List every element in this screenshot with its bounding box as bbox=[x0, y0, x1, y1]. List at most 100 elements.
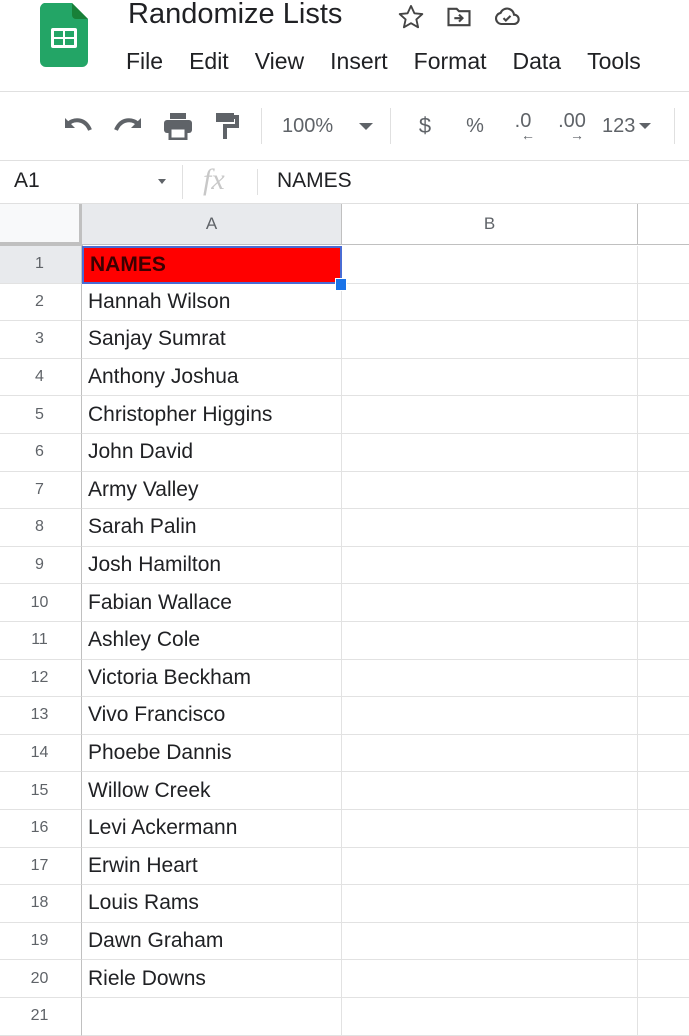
redo-button[interactable] bbox=[110, 93, 146, 159]
star-icon[interactable] bbox=[396, 2, 426, 32]
menu-insert[interactable]: Insert bbox=[330, 48, 388, 75]
cell-a[interactable]: Sanjay Sumrat bbox=[82, 321, 342, 359]
cell-b[interactable] bbox=[342, 847, 638, 886]
cell-a[interactable]: Ashley Cole bbox=[82, 622, 342, 660]
row-header[interactable]: 6 bbox=[0, 434, 82, 472]
cell-b[interactable] bbox=[342, 998, 638, 1036]
row-header[interactable]: 14 bbox=[0, 734, 82, 773]
row-header[interactable]: 7 bbox=[0, 471, 82, 510]
cell-b[interactable] bbox=[342, 810, 638, 848]
name-box[interactable]: A1 bbox=[14, 169, 40, 193]
row-header[interactable]: 21 bbox=[0, 998, 82, 1036]
cell-b[interactable] bbox=[342, 734, 638, 773]
cell-b[interactable] bbox=[342, 885, 638, 923]
currency-format-button[interactable]: $ bbox=[410, 93, 440, 159]
cell-c[interactable] bbox=[638, 810, 689, 848]
cell-b[interactable] bbox=[342, 622, 638, 660]
row-header[interactable]: 3 bbox=[0, 321, 82, 359]
cell-a[interactable]: John David bbox=[82, 434, 342, 472]
cell-c[interactable] bbox=[638, 396, 689, 434]
row-header[interactable]: 15 bbox=[0, 772, 82, 810]
menu-data[interactable]: Data bbox=[513, 48, 562, 75]
row-header[interactable]: 1 bbox=[0, 246, 82, 284]
cell-c[interactable] bbox=[638, 321, 689, 359]
cell-a[interactable]: Vivo Francisco bbox=[82, 697, 342, 735]
zoom-select[interactable]: 100% bbox=[282, 93, 382, 159]
cell-c[interactable] bbox=[638, 998, 689, 1036]
cell-b[interactable] bbox=[342, 659, 638, 698]
more-formats-button[interactable]: 123 bbox=[602, 93, 662, 159]
row-header[interactable]: 2 bbox=[0, 283, 82, 322]
document-title[interactable]: Randomize Lists bbox=[128, 0, 342, 31]
row-header[interactable]: 5 bbox=[0, 396, 82, 434]
cell-c[interactable] bbox=[638, 547, 689, 585]
cell-a[interactable]: Erwin Heart bbox=[82, 847, 342, 886]
row-header[interactable]: 9 bbox=[0, 546, 82, 585]
cell-a[interactable] bbox=[82, 998, 342, 1036]
cell-c[interactable] bbox=[638, 434, 689, 472]
menu-view[interactable]: View bbox=[255, 48, 304, 75]
undo-button[interactable] bbox=[60, 93, 96, 159]
column-header-a[interactable]: A bbox=[82, 204, 342, 245]
cell-b[interactable] bbox=[342, 283, 638, 322]
cell-c[interactable] bbox=[638, 509, 689, 547]
cell-a[interactable]: Willow Creek bbox=[82, 772, 342, 810]
cell-b[interactable] bbox=[342, 321, 638, 359]
cell-c[interactable] bbox=[638, 472, 689, 510]
row-header[interactable]: 12 bbox=[0, 659, 82, 698]
cell-c[interactable] bbox=[638, 960, 689, 998]
row-header[interactable]: 17 bbox=[0, 847, 82, 886]
row-header[interactable]: 16 bbox=[0, 810, 82, 848]
cell-c[interactable] bbox=[638, 697, 689, 735]
row-header[interactable]: 13 bbox=[0, 697, 82, 735]
cell-a[interactable]: Victoria Beckham bbox=[82, 659, 342, 698]
row-header[interactable]: 19 bbox=[0, 922, 82, 961]
cell-a[interactable]: Christopher Higgins bbox=[82, 396, 342, 434]
row-header[interactable]: 4 bbox=[0, 358, 82, 397]
menu-format[interactable]: Format bbox=[414, 48, 487, 75]
select-all-corner[interactable] bbox=[0, 204, 83, 246]
decrease-decimals-button[interactable]: .0 ← bbox=[505, 93, 541, 159]
cell-b[interactable] bbox=[342, 471, 638, 510]
column-header-c[interactable] bbox=[638, 204, 689, 245]
cell-b[interactable] bbox=[342, 358, 638, 397]
cell-b[interactable] bbox=[342, 772, 638, 810]
cell-c[interactable] bbox=[638, 359, 689, 397]
cloud-saved-icon[interactable] bbox=[492, 2, 522, 32]
cell-a[interactable]: Levi Ackermann bbox=[82, 810, 342, 848]
formula-input[interactable]: NAMES bbox=[277, 169, 352, 193]
cell-a[interactable]: Louis Rams bbox=[82, 885, 342, 923]
cell-c[interactable] bbox=[638, 848, 689, 886]
cell-c[interactable] bbox=[638, 885, 689, 923]
cell-b[interactable] bbox=[342, 922, 638, 961]
sheets-logo-icon[interactable] bbox=[39, 3, 88, 67]
row-header[interactable]: 10 bbox=[0, 584, 82, 622]
cell-c[interactable] bbox=[638, 584, 689, 622]
menu-tools[interactable]: Tools bbox=[587, 48, 641, 75]
cell-a1-header[interactable]: NAMES bbox=[82, 246, 342, 284]
cell-b[interactable] bbox=[342, 434, 638, 472]
cell-b[interactable] bbox=[342, 960, 638, 998]
row-header[interactable]: 11 bbox=[0, 622, 82, 660]
cell-a[interactable]: Phoebe Dannis bbox=[82, 734, 342, 773]
cell-c[interactable] bbox=[638, 923, 689, 961]
paint-format-button[interactable] bbox=[212, 93, 242, 159]
cell-c[interactable] bbox=[638, 772, 689, 810]
chevron-down-icon[interactable] bbox=[158, 179, 166, 184]
cell-a[interactable]: Riele Downs bbox=[82, 960, 342, 998]
cell-b[interactable] bbox=[342, 246, 638, 284]
menu-file[interactable]: File bbox=[126, 48, 163, 75]
cell-a[interactable]: Army Valley bbox=[82, 471, 342, 510]
cell-c[interactable] bbox=[638, 660, 689, 698]
cell-c[interactable] bbox=[638, 622, 689, 660]
cell-a[interactable]: Dawn Graham bbox=[82, 922, 342, 961]
menu-edit[interactable]: Edit bbox=[189, 48, 229, 75]
cell-b[interactable] bbox=[342, 697, 638, 735]
cell-a[interactable]: Hannah Wilson bbox=[82, 283, 342, 322]
cell-b[interactable] bbox=[342, 546, 638, 585]
cell-a[interactable]: Anthony Joshua bbox=[82, 358, 342, 397]
cell-c[interactable] bbox=[638, 284, 689, 322]
row-header[interactable]: 8 bbox=[0, 509, 82, 547]
print-button[interactable] bbox=[160, 93, 196, 159]
cell-a[interactable]: Fabian Wallace bbox=[82, 584, 342, 622]
